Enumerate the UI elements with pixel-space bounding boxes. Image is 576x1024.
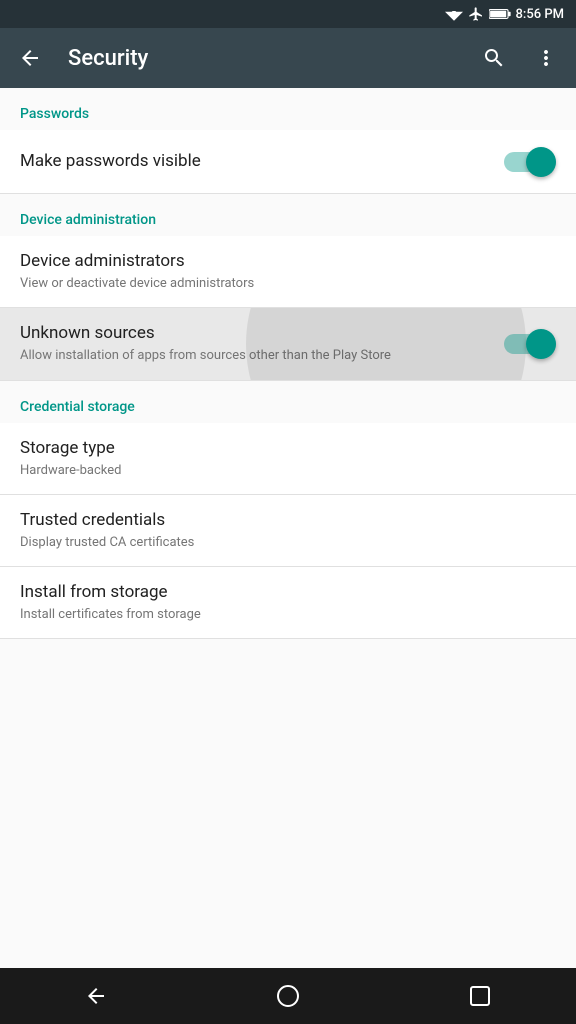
nav-back-button[interactable] [66,984,126,1008]
device-administrators-subtitle: View or deactivate device administrators [20,275,556,293]
section-header-passwords: Passwords [0,88,576,130]
page-title: Security [68,46,464,71]
trusted-credentials-item[interactable]: Trusted credentials Display trusted CA c… [0,495,576,567]
unknown-sources-subtitle: Allow installation of apps from sources … [20,347,488,365]
trusted-credentials-subtitle: Display trusted CA certificates [20,534,556,552]
status-bar: 8:56 PM [0,0,576,28]
unknown-sources-toggle[interactable] [504,329,556,359]
unknown-sources-text: Unknown sources Allow installation of ap… [20,322,488,365]
nav-recents-icon [468,984,492,1008]
storage-type-title: Storage type [20,437,556,459]
status-time: 8:56 PM [516,7,565,22]
install-from-storage-subtitle: Install certificates from storage [20,606,556,624]
trusted-credentials-text: Trusted credentials Display trusted CA c… [20,509,556,552]
search-button[interactable] [472,36,516,80]
back-icon [18,46,42,70]
wifi-icon [445,7,463,21]
more-vert-icon [534,46,558,70]
storage-type-text: Storage type Hardware-backed [20,437,556,480]
toggle-thumb [526,147,556,177]
unknown-sources-title: Unknown sources [20,322,488,344]
status-icons: 8:56 PM [445,6,565,22]
install-from-storage-title: Install from storage [20,581,556,603]
nav-bar [0,968,576,1024]
airplane-icon [468,6,484,22]
app-bar: Security [0,28,576,88]
make-passwords-visible-title: Make passwords visible [20,150,488,172]
nav-recents-button[interactable] [450,984,510,1008]
more-options-button[interactable] [524,36,568,80]
device-administrators-item[interactable]: Device administrators View or deactivate… [0,236,576,308]
nav-back-icon [84,984,108,1008]
section-header-device-admin: Device administration [0,194,576,236]
back-button[interactable] [8,36,52,80]
settings-content: Passwords Make passwords visible Device … [0,88,576,968]
unknown-sources-item[interactable]: Unknown sources Allow installation of ap… [0,308,576,380]
make-passwords-visible-text: Make passwords visible [20,150,488,172]
make-passwords-visible-toggle[interactable] [504,147,556,177]
device-administrators-text: Device administrators View or deactivate… [20,250,556,293]
battery-icon [489,7,511,21]
trusted-credentials-title: Trusted credentials [20,509,556,531]
storage-type-subtitle: Hardware-backed [20,462,556,480]
storage-type-item[interactable]: Storage type Hardware-backed [0,423,576,495]
install-from-storage-item[interactable]: Install from storage Install certificate… [0,567,576,639]
search-icon [482,46,506,70]
install-from-storage-text: Install from storage Install certificate… [20,581,556,624]
device-administrators-title: Device administrators [20,250,556,272]
nav-home-icon [276,984,300,1008]
section-header-credential-storage: Credential storage [0,381,576,423]
toggle-thumb [526,329,556,359]
nav-home-button[interactable] [258,984,318,1008]
make-passwords-visible-item[interactable]: Make passwords visible [0,130,576,194]
